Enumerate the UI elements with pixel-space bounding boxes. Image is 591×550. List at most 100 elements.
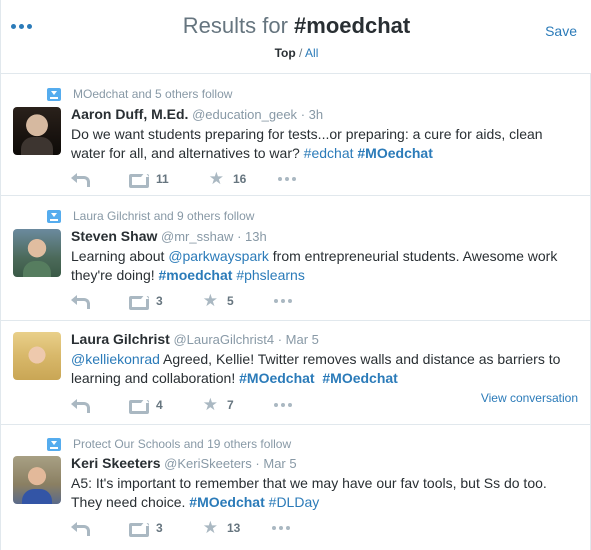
hashtag-link[interactable]: #DLDay — [269, 494, 320, 510]
person-follow-icon — [47, 209, 61, 223]
star-icon: ★ — [202, 395, 218, 415]
ellipsis-icon — [273, 299, 292, 303]
avatar[interactable] — [13, 107, 61, 155]
avatar[interactable] — [13, 229, 61, 277]
person-follow-icon — [47, 87, 61, 101]
hashtag-link[interactable]: #phslearns — [236, 267, 305, 283]
mention-link[interactable]: @parkwayspark — [168, 248, 269, 264]
more-actions-button[interactable] — [272, 526, 291, 530]
search-query: #moedchat — [294, 13, 411, 38]
result-filter: Top / All — [1, 46, 591, 60]
author-name[interactable]: Aaron Duff, M.Ed. — [71, 106, 188, 122]
hashtag-link[interactable]: #moedchat — [159, 267, 233, 283]
filter-separator: / — [295, 46, 306, 60]
more-actions-button[interactable] — [273, 299, 292, 303]
tweet[interactable]: Protect Our Schools and 19 others follow… — [1, 426, 591, 550]
star-icon: ★ — [208, 169, 224, 189]
tweet[interactable]: MOedchat and 5 others follow Aaron Duff,… — [1, 75, 591, 196]
social-context: Protect Our Schools and 19 others follow — [47, 437, 291, 451]
favorite-button[interactable]: ★ 16 — [208, 169, 247, 189]
tweet-header: Laura Gilchrist @LauraGilchrist4 · Mar 5 — [71, 331, 319, 347]
reply-button[interactable] — [71, 172, 90, 187]
hashtag-link[interactable]: #MOedchat — [322, 370, 397, 386]
retweet-count: 4 — [156, 398, 163, 412]
person-follow-icon — [47, 437, 61, 451]
ellipsis-icon — [278, 177, 297, 181]
author-handle[interactable]: @mr_sshaw — [161, 229, 233, 244]
hashtag-link[interactable]: #edchat — [304, 145, 354, 161]
filter-top[interactable]: Top — [275, 46, 296, 60]
hashtag-link[interactable]: #MOedchat — [189, 494, 264, 510]
more-actions-button[interactable] — [273, 403, 292, 407]
avatar[interactable] — [13, 332, 61, 380]
retweet-button[interactable]: 3 — [127, 294, 163, 310]
retweet-icon — [127, 294, 149, 310]
retweet-icon — [127, 521, 149, 537]
hashtag-link[interactable]: #MOedchat — [239, 370, 314, 386]
author-handle[interactable]: @KeriSkeeters — [164, 456, 252, 471]
tweet-header: Steven Shaw @mr_sshaw · 13h — [71, 228, 267, 244]
save-search-button[interactable]: Save — [545, 23, 577, 39]
retweet-icon — [127, 398, 149, 414]
mention-link[interactable]: @kelliekonrad — [71, 351, 160, 367]
favorite-count: 13 — [226, 521, 241, 535]
retweet-button[interactable]: 3 — [127, 521, 163, 537]
star-icon: ★ — [202, 518, 218, 538]
tweet[interactable]: Laura Gilchrist and 9 others follow Stev… — [1, 197, 591, 321]
avatar[interactable] — [13, 456, 61, 504]
favorite-button[interactable]: ★ 5 — [202, 291, 234, 311]
tweet-text: A5: It's important to remember that we m… — [71, 474, 580, 512]
reply-icon — [71, 521, 90, 536]
tweet-actions: 4 ★ 7 — [71, 396, 292, 414]
tweet-text-body: Learning about — [71, 248, 169, 264]
favorite-button[interactable]: ★ 7 — [202, 395, 234, 415]
author-name[interactable]: Keri Skeeters — [71, 455, 161, 471]
ellipsis-icon — [273, 403, 292, 407]
filter-all[interactable]: All — [305, 46, 318, 60]
hashtag-link[interactable]: #MOedchat — [357, 145, 432, 161]
search-results-panel: Results for #moedchat Top / All Save MOe… — [0, 0, 591, 550]
tweet-actions: 3 ★ 13 — [71, 518, 291, 538]
social-context-text: Protect Our Schools and 19 others follow — [73, 437, 292, 451]
retweet-count: 11 — [156, 172, 169, 186]
more-actions-button[interactable] — [278, 177, 297, 181]
reply-button[interactable] — [71, 294, 90, 309]
tweet-header: Keri Skeeters @KeriSkeeters · Mar 5 — [71, 455, 297, 471]
retweet-icon — [127, 172, 149, 188]
star-icon: ★ — [202, 291, 218, 311]
favorite-count: 5 — [226, 294, 234, 308]
reply-icon — [71, 398, 90, 413]
tweet-text: Learning about @parkwayspark from entrep… — [71, 247, 580, 285]
author-name[interactable]: Steven Shaw — [71, 228, 157, 244]
reply-icon — [71, 294, 90, 309]
search-header: Results for #moedchat Top / All Save — [1, 0, 591, 74]
social-context: MOedchat and 5 others follow — [47, 87, 232, 101]
tweet-text: Do we want students preparing for tests.… — [71, 125, 580, 163]
favorite-button[interactable]: ★ 13 — [202, 518, 241, 538]
tweet-text: @kelliekonrad Agreed, Kellie! Twitter re… — [71, 350, 580, 388]
reply-icon — [71, 172, 90, 187]
tweet[interactable]: Laura Gilchrist @LauraGilchrist4 · Mar 5… — [1, 322, 591, 425]
reply-button[interactable] — [71, 521, 90, 536]
author-handle[interactable]: @LauraGilchrist4 — [173, 332, 274, 347]
social-context-text: Laura Gilchrist and 9 others follow — [73, 209, 255, 223]
tweet-timestamp[interactable]: 3h — [309, 107, 323, 122]
retweet-count: 3 — [156, 294, 163, 308]
reply-button[interactable] — [71, 398, 90, 413]
tweet-timestamp[interactable]: 13h — [245, 229, 267, 244]
tweet-timestamp[interactable]: Mar 5 — [286, 332, 319, 347]
retweet-button[interactable]: 4 — [127, 398, 163, 414]
author-handle[interactable]: @education_geek — [192, 107, 297, 122]
favorite-count: 16 — [232, 172, 247, 186]
ellipsis-icon — [272, 526, 291, 530]
favorite-count: 7 — [226, 398, 234, 412]
page-title: Results for #moedchat — [1, 13, 591, 39]
retweet-button[interactable]: 11 — [127, 172, 169, 188]
tweet-header: Aaron Duff, M.Ed. @education_geek · 3h — [71, 106, 324, 122]
view-conversation-link[interactable]: View conversation — [481, 391, 578, 405]
title-prefix: Results for — [182, 13, 295, 38]
social-context: Laura Gilchrist and 9 others follow — [47, 209, 254, 223]
tweet-actions: 11 ★ 16 — [71, 169, 297, 189]
author-name[interactable]: Laura Gilchrist — [71, 331, 170, 347]
tweet-timestamp[interactable]: Mar 5 — [263, 456, 296, 471]
